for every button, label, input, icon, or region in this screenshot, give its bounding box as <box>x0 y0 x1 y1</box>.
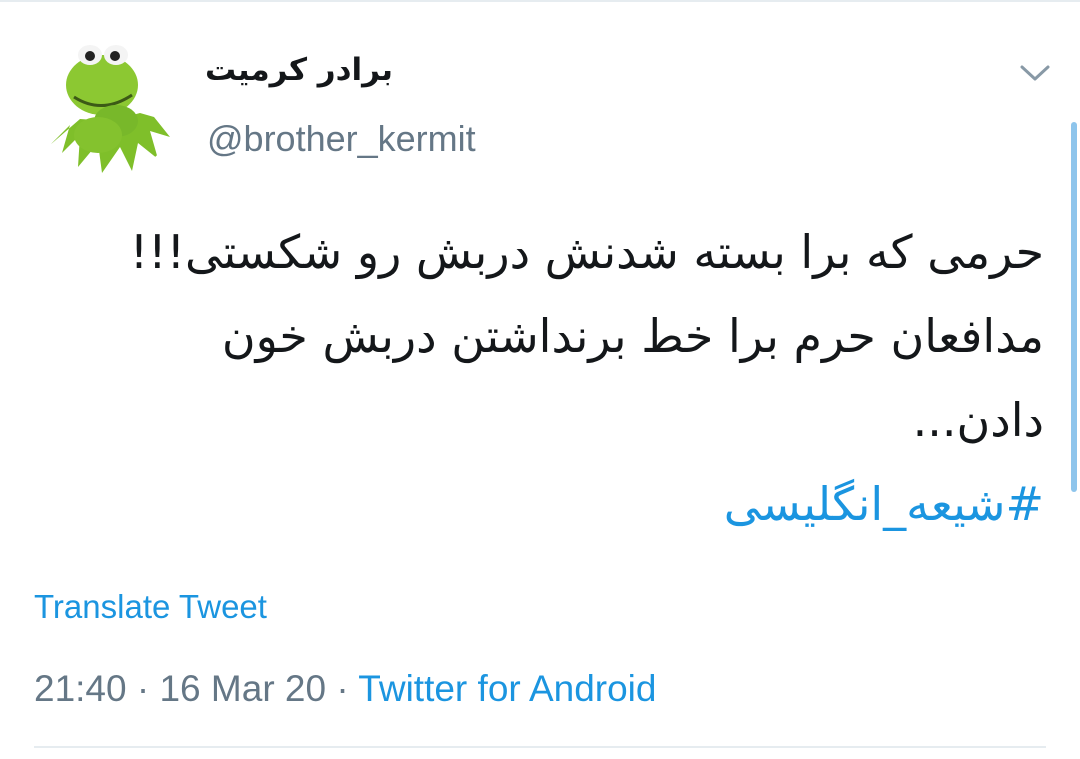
hashtag-link[interactable]: #شیعه_انگلیسی <box>44 462 1044 546</box>
tweet-meta: 21:40 · 16 Mar 20 · Twitter for Android <box>34 668 656 710</box>
tweet-date[interactable]: 16 Mar 20 <box>159 668 326 709</box>
top-divider <box>0 0 1080 2</box>
author-avatar[interactable] <box>40 35 178 175</box>
scroll-indicator <box>1071 122 1077 492</box>
tweet-line: مدافعان حرم برا خط برنداشتن دربش خون <box>221 309 1044 363</box>
tweet-source-link[interactable]: Twitter for Android <box>358 668 656 709</box>
tweet-time: 21:40 <box>34 668 127 709</box>
kermit-avatar-icon <box>50 45 170 173</box>
author-handle[interactable]: @brother_kermit <box>207 118 476 160</box>
tweet-text: حرمی که برا بسته شدنش دربش رو شکستی!!! م… <box>44 210 1044 546</box>
author-name[interactable]: برادر کرمیت <box>205 52 393 88</box>
bottom-divider <box>34 746 1046 748</box>
chevron-down-icon[interactable] <box>1016 58 1054 88</box>
translate-tweet-link[interactable]: Translate Tweet <box>34 588 267 626</box>
tweet-line: حرمی که برا بسته شدنش دربش رو شکستی!!! <box>129 225 1044 279</box>
meta-separator: · <box>336 668 359 709</box>
meta-separator: · <box>136 668 160 709</box>
tweet-line: دادن... <box>912 393 1044 447</box>
